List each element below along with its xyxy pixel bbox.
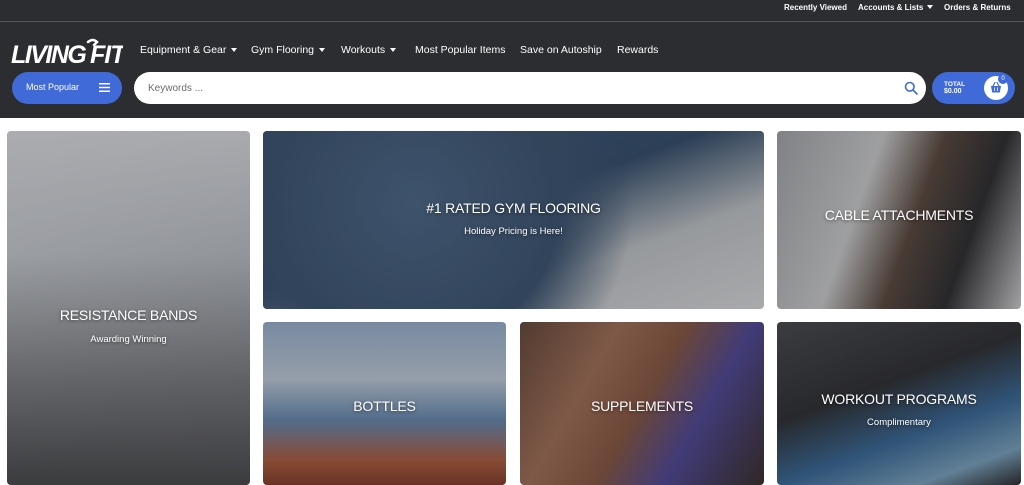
tile-title: WORKOUT PROGRAMS: [821, 391, 977, 407]
recently-viewed-link[interactable]: Recently Viewed: [784, 3, 847, 12]
cart-count-badge: 0: [998, 74, 1008, 84]
utility-bar: Recently Viewed Accounts & Lists Orders …: [0, 0, 1024, 22]
nav-rewards[interactable]: Rewards: [617, 44, 658, 56]
accounts-lists-link[interactable]: Accounts & Lists: [858, 3, 934, 12]
accounts-lists-label: Accounts & Lists: [858, 3, 924, 12]
tile-title: CABLE ATTACHMENTS: [824, 207, 974, 223]
most-popular-button[interactable]: Most Popular: [12, 72, 122, 104]
tile-title: #1 RATED GYM FLOORING: [426, 200, 601, 216]
search-input[interactable]: [148, 80, 888, 96]
most-popular-label: Most Popular: [26, 82, 80, 92]
menu-icon: [99, 83, 110, 92]
tile-title: SUPPLEMENTS: [590, 398, 694, 414]
tile-gym-flooring[interactable]: #1 RATED GYM FLOORING Holiday Pricing is…: [263, 131, 764, 309]
chevron-down-icon: [319, 48, 326, 52]
orders-returns-link[interactable]: Orders & Returns: [944, 3, 1011, 12]
chevron-down-icon: [927, 5, 934, 9]
svg-text:LIVING: LIVING: [11, 41, 86, 69]
nav-workouts[interactable]: Workouts: [341, 44, 397, 56]
cart-total-label: TOTAL: [944, 81, 966, 88]
living-fit-logo[interactable]: LIVING FIT: [11, 37, 123, 69]
site-header: LIVING FIT Equipment & Gear Gym Flooring…: [0, 22, 1024, 118]
tile-bottles[interactable]: BOTTLES: [263, 322, 506, 485]
tile-resistance-bands[interactable]: RESISTANCE BANDS Awarding Winning: [7, 131, 250, 485]
nav-equipment-gear-label: Equipment & Gear: [140, 44, 227, 56]
tile-subtitle: Awarding Winning: [90, 334, 167, 345]
tile-title: RESISTANCE BANDS: [59, 307, 198, 323]
search-icon[interactable]: [904, 81, 918, 95]
nav-most-popular-items[interactable]: Most Popular Items: [415, 44, 505, 56]
nav-save-on-autoship[interactable]: Save on Autoship: [520, 44, 602, 56]
tile-cable-attachments[interactable]: CABLE ATTACHMENTS: [777, 131, 1021, 309]
tile-workout-programs[interactable]: WORKOUT PROGRAMS Complimentary: [777, 322, 1021, 485]
nav-gym-flooring[interactable]: Gym Flooring: [251, 44, 326, 56]
search-bar: [134, 72, 926, 104]
nav-gym-flooring-label: Gym Flooring: [251, 44, 315, 56]
cart-total-value: $0.00: [944, 88, 962, 95]
nav-workouts-label: Workouts: [341, 44, 386, 56]
chevron-down-icon: [231, 48, 238, 52]
tile-supplements[interactable]: SUPPLEMENTS: [520, 322, 764, 485]
cart-button[interactable]: TOTAL $0.00 0: [932, 72, 1015, 104]
tile-title: BOTTLES: [353, 398, 416, 414]
nav-equipment-gear[interactable]: Equipment & Gear: [140, 44, 238, 56]
tile-subtitle: Complimentary: [867, 417, 931, 428]
category-tiles: RESISTANCE BANDS Awarding Winning #1 RAT…: [0, 118, 1024, 485]
svg-text:FIT: FIT: [90, 41, 123, 69]
chevron-down-icon: [390, 48, 397, 52]
tile-subtitle: Holiday Pricing is Here!: [464, 226, 563, 237]
